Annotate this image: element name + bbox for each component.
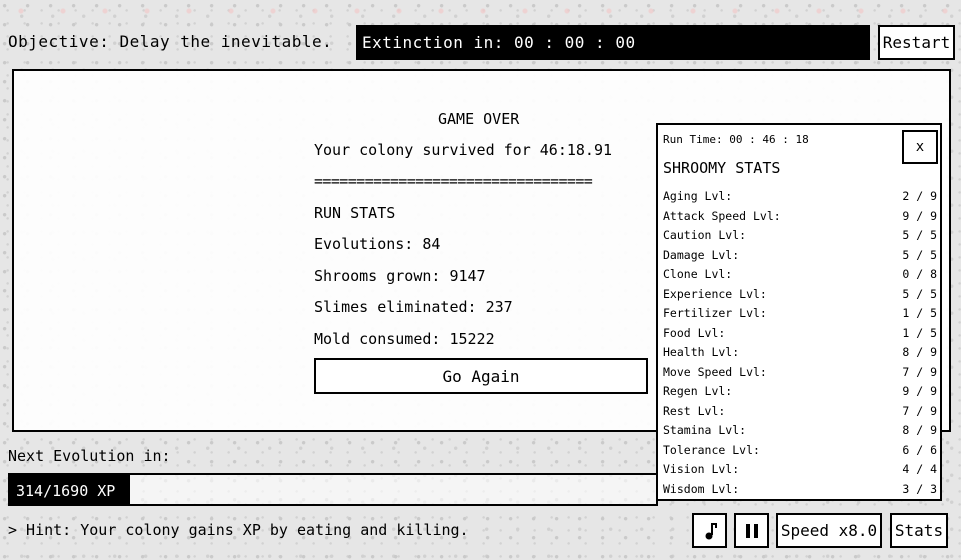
stat-row: Rest Lvl: 7 / 9 [663, 404, 937, 418]
stat-value: 8 / 9 [902, 423, 937, 437]
stat-label: Attack Speed Lvl: [663, 208, 781, 223]
survived-text: Your colony survived for 46:18.91 [314, 141, 613, 159]
stat-label: Rest Lvl: [663, 403, 726, 418]
stat-value: 6 / 6 [902, 442, 937, 457]
stat-row: Regen Lvl: 9 / 9 [663, 384, 937, 398]
stat-row: Vision Lvl: 4 / 4 [663, 462, 937, 476]
stat-row: Tolerance Lvl: 6 / 6 [663, 443, 937, 457]
shroomy-stats-panel: Run Time: 00 : 46 : 18 SHROOMY STATS x A… [656, 123, 942, 501]
stat-value: 1 / 5 [902, 325, 937, 340]
stat-value: 0 / 8 [902, 267, 937, 281]
stat-value: 1 / 5 [902, 306, 937, 320]
stat-label: Health Lvl: [663, 345, 740, 359]
objective-text: Objective: Delay the inevitable. [8, 32, 333, 51]
stat-row: Damage Lvl: 5 / 5 [663, 248, 937, 262]
evolutions-stat: Evolutions: 84 [314, 235, 441, 253]
stat-row: Stamina Lvl: 8 / 9 [663, 423, 937, 437]
stat-label: Aging Lvl: [663, 189, 733, 203]
shrooms-stat: Shrooms grown: 9147 [314, 267, 486, 285]
stat-value: 3 / 3 [902, 481, 937, 496]
stat-label: Wisdom Lvl: [663, 481, 740, 496]
stat-value: 8 / 9 [902, 345, 937, 359]
slimes-stat: Slimes eliminated: 237 [314, 298, 513, 316]
stat-label: Fertilizer Lvl: [663, 306, 767, 320]
stat-label: Vision Lvl: [663, 462, 740, 476]
xp-progress-bar: 314/1690 XP [8, 473, 658, 506]
music-note-icon [705, 522, 717, 539]
stats-button[interactable]: Stats [890, 513, 948, 548]
stat-label: Tolerance Lvl: [663, 442, 760, 457]
stat-label: Stamina Lvl: [663, 423, 747, 437]
stat-value: 5 / 5 [902, 286, 937, 301]
extinction-timer: Extinction in: 00 : 00 : 00 [356, 25, 870, 60]
stat-row: Clone Lvl: 0 / 8 [663, 267, 937, 281]
stat-label: Move Speed Lvl: [663, 364, 767, 379]
stat-value: 4 / 4 [902, 462, 937, 476]
top-decoration-strip [0, 0, 961, 22]
stats-title: SHROOMY STATS [663, 159, 781, 177]
stat-label: Experience Lvl: [663, 286, 767, 301]
next-evolution-label: Next Evolution in: [8, 447, 171, 465]
stat-value: 7 / 9 [902, 364, 937, 379]
stat-label: Regen Lvl: [663, 384, 733, 398]
xp-text: 314/1690 XP [16, 482, 116, 500]
mold-stat: Mold consumed: 15222 [314, 330, 495, 348]
stat-row: Aging Lvl: 2 / 9 [663, 189, 937, 203]
stat-value: 5 / 5 [902, 247, 937, 262]
pause-button[interactable] [734, 513, 769, 548]
restart-button[interactable]: Restart [878, 25, 955, 60]
run-time-text: Run Time: 00 : 46 : 18 [663, 133, 809, 146]
close-stats-button[interactable]: x [902, 130, 938, 164]
speed-button[interactable]: Speed x8.0 [776, 513, 882, 548]
divider-line: ================================= [314, 172, 593, 190]
pause-icon [745, 523, 758, 538]
go-again-button[interactable]: Go Again [314, 358, 648, 394]
stat-row: Food Lvl: 1 / 5 [663, 326, 937, 340]
stat-label: Clone Lvl: [663, 267, 733, 281]
stat-value: 9 / 9 [902, 208, 937, 223]
stat-row: Health Lvl: 8 / 9 [663, 345, 937, 359]
game-over-title: GAME OVER [438, 110, 520, 128]
music-toggle-button[interactable] [692, 513, 727, 548]
stat-label: Damage Lvl: [663, 247, 740, 262]
stat-label: Food Lvl: [663, 325, 726, 340]
stat-value: 7 / 9 [902, 403, 937, 418]
run-stats-heading: RUN STATS [314, 204, 396, 222]
stat-row: Wisdom Lvl: 3 / 3 [663, 482, 937, 496]
stat-value: 2 / 9 [902, 189, 937, 203]
stat-label: Caution Lvl: [663, 228, 747, 242]
stat-row: Experience Lvl: 5 / 5 [663, 287, 937, 301]
stat-value: 5 / 5 [902, 228, 937, 242]
stat-row: Move Speed Lvl: 7 / 9 [663, 365, 937, 379]
stat-row: Fertilizer Lvl: 1 / 5 [663, 306, 937, 320]
stat-value: 9 / 9 [902, 384, 937, 398]
stat-row: Caution Lvl: 5 / 5 [663, 228, 937, 242]
hint-text: > Hint: Your colony gains XP by eating a… [8, 521, 469, 539]
stat-row: Attack Speed Lvl: 9 / 9 [663, 209, 937, 223]
